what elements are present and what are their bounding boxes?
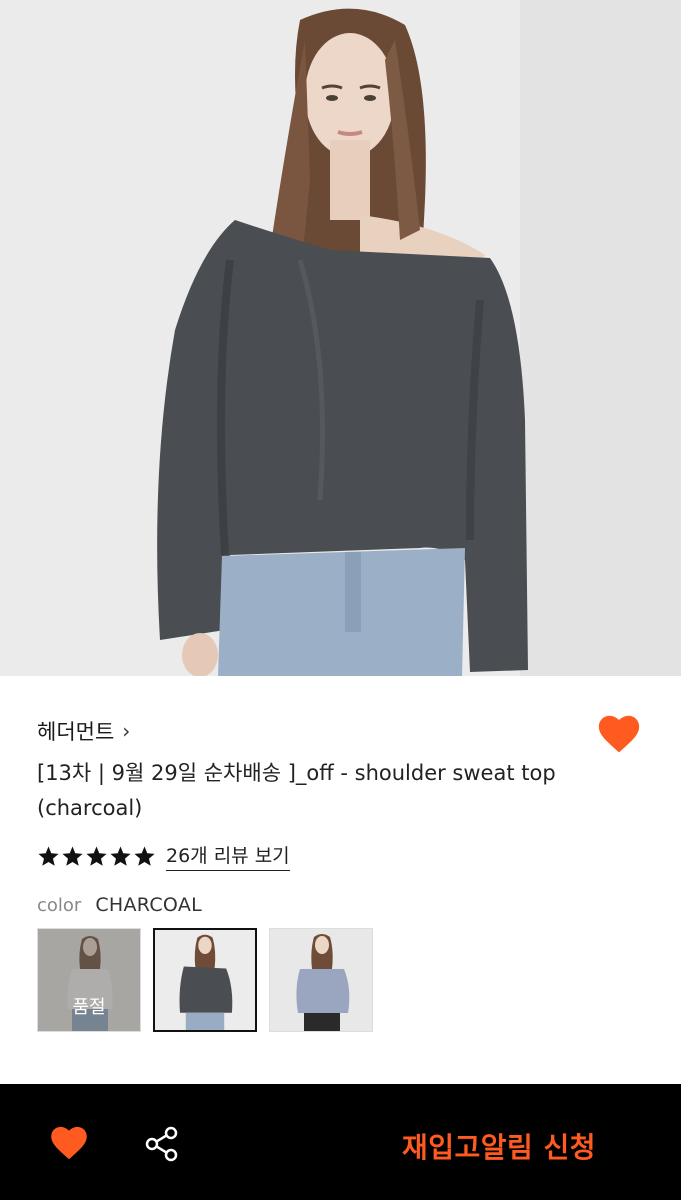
bottom-action-bar: 재입고알림 신청 xyxy=(0,1084,681,1200)
color-label: color xyxy=(37,895,82,916)
brand-link[interactable]: 헤더먼트 › xyxy=(37,716,130,746)
swatch-thumbnail xyxy=(155,930,255,1030)
star-icon xyxy=(38,845,59,866)
swatch-charcoal[interactable] xyxy=(153,928,257,1032)
product-info: 헤더먼트 › [13차 | 9월 29일 순차배송 ]_off - should… xyxy=(0,676,681,1084)
heart-icon[interactable] xyxy=(50,1126,88,1160)
color-row: color CHARCOAL xyxy=(37,894,202,916)
star-icon xyxy=(62,845,83,866)
swatch-thumbnail xyxy=(270,929,372,1031)
review-link[interactable]: 26개 리뷰 보기 xyxy=(166,841,290,871)
soldout-label: 품절 xyxy=(72,997,106,1018)
rating-row: 26개 리뷰 보기 xyxy=(37,841,290,871)
share-icon[interactable] xyxy=(144,1126,180,1162)
product-hero-image[interactable] xyxy=(0,0,681,676)
brand-name: 헤더먼트 xyxy=(37,720,115,744)
swatch-soldout[interactable]: 품절 xyxy=(37,928,141,1032)
star-icon xyxy=(134,845,155,866)
color-swatches: 품절 xyxy=(37,928,373,1032)
color-value: CHARCOAL xyxy=(95,894,203,916)
wishlist-heart-icon[interactable] xyxy=(598,714,640,754)
star-icon xyxy=(110,845,131,866)
restock-alert-button[interactable]: 재입고알림 신청 xyxy=(402,1126,596,1166)
chevron-right-icon: › xyxy=(122,719,131,743)
model-photo xyxy=(0,0,681,676)
star-icon xyxy=(86,845,107,866)
rating-stars xyxy=(37,845,156,868)
product-title: [13차 | 9월 29일 순차배송 ]_off - shoulder swea… xyxy=(37,761,556,820)
swatch-melange[interactable] xyxy=(269,928,373,1032)
